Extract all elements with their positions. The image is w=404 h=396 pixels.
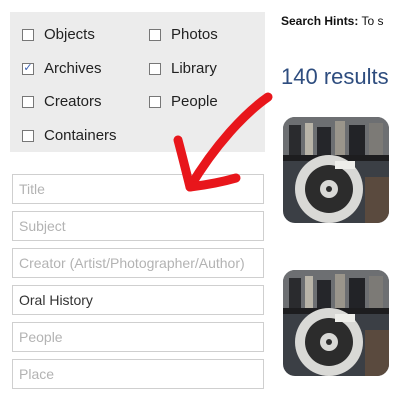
checkbox-icon[interactable]: [149, 95, 161, 108]
checkbox-icon[interactable]: [22, 129, 34, 142]
search-fields: [12, 174, 264, 396]
filter-objects[interactable]: Objects: [22, 26, 95, 43]
filter-containers[interactable]: Containers: [22, 127, 117, 144]
filter-library-label: Library: [171, 60, 217, 77]
tape-reel-image: [283, 270, 389, 376]
title-input[interactable]: [12, 174, 264, 204]
people-input[interactable]: [12, 322, 264, 352]
creator-input[interactable]: [12, 248, 264, 278]
search-hints: Search Hints: To s: [281, 14, 384, 28]
collection-input[interactable]: [12, 285, 264, 315]
result-thumbnail[interactable]: [283, 270, 389, 376]
search-hints-label: Search Hints:: [281, 14, 359, 28]
filter-photos-label: Photos: [171, 26, 218, 43]
filter-people-label: People: [171, 93, 218, 110]
checkbox-icon[interactable]: [149, 62, 161, 75]
filter-archives[interactable]: ✓ Archives: [22, 60, 102, 77]
results-count: 140 results: [281, 64, 389, 89]
search-hints-text: To s: [361, 14, 384, 28]
filter-people[interactable]: People: [149, 93, 218, 110]
filter-photos[interactable]: Photos: [149, 26, 218, 43]
filter-objects-label: Objects: [44, 26, 95, 43]
result-thumbnail[interactable]: [283, 117, 389, 223]
filter-creators[interactable]: Creators: [22, 93, 102, 110]
checkbox-icon[interactable]: [22, 28, 34, 41]
tape-reel-image: [283, 117, 389, 223]
filter-archives-label: Archives: [44, 60, 102, 77]
checkbox-checked-icon[interactable]: ✓: [22, 62, 34, 75]
filter-containers-label: Containers: [44, 127, 117, 144]
checkbox-icon[interactable]: [22, 95, 34, 108]
filter-library[interactable]: Library: [149, 60, 217, 77]
place-input[interactable]: [12, 359, 264, 389]
filter-creators-label: Creators: [44, 93, 102, 110]
subject-input[interactable]: [12, 211, 264, 241]
checkbox-icon[interactable]: [149, 28, 161, 41]
filter-panel: Objects Photos ✓ Archives Library Creato…: [10, 12, 265, 152]
